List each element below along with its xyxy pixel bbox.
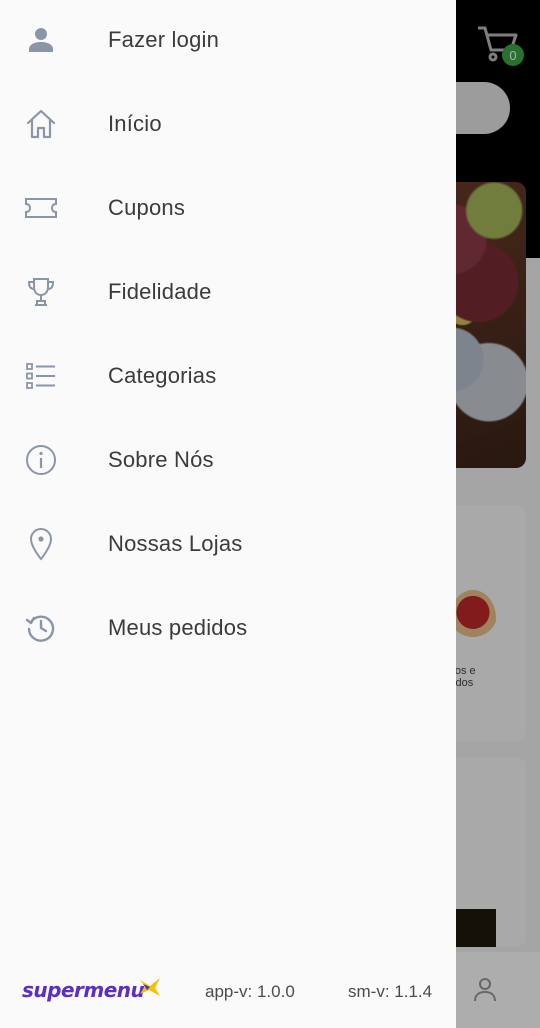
menu-item-orders[interactable]: Meus pedidos [0,586,456,670]
menu-item-home[interactable]: Início [0,82,456,166]
drawer-footer: supermenu app-v: 1.0.0 sm-v: 1.1.4 [0,962,456,1022]
menu-item-label: Categorias [108,363,217,388]
supermenu-logo: supermenu [22,978,145,1002]
menu-item-label: Meus pedidos [108,615,248,640]
menu-item-label: Cupons [108,195,186,220]
menu-item-label: Fazer login [108,27,220,52]
info-icon [24,443,58,477]
menu-item-loyalty[interactable]: Fidelidade [0,250,456,334]
app-version-label: app-v: 1.0.0 [205,982,295,1001]
menu-item-label: Nossas Lojas [108,531,243,556]
ticket-icon [24,191,58,225]
menu-item-about[interactable]: Sobre Nós [0,418,456,502]
location-pin-icon [24,527,58,561]
menu-item-login[interactable]: Fazer login [0,0,456,82]
menu-item-categories[interactable]: Categorias [0,334,456,418]
supermenu-logo-mark-icon [140,978,160,996]
menu-item-label: Sobre Nós [108,447,214,472]
person-icon [24,23,58,57]
menu-item-label: Início [108,111,162,136]
sm-version-label: sm-v: 1.1.4 [348,982,433,1001]
history-icon [24,611,58,645]
list-icon [24,359,58,393]
home-icon [24,107,58,141]
menu-item-label: Fidelidade [108,279,212,304]
menu-item-coupons[interactable]: Cupons [0,166,456,250]
trophy-icon [24,275,58,309]
menu-item-stores[interactable]: Nossas Lojas [0,502,456,586]
navigation-drawer: Fazer login Início Cupons Fidelidade Cat… [0,0,456,1028]
